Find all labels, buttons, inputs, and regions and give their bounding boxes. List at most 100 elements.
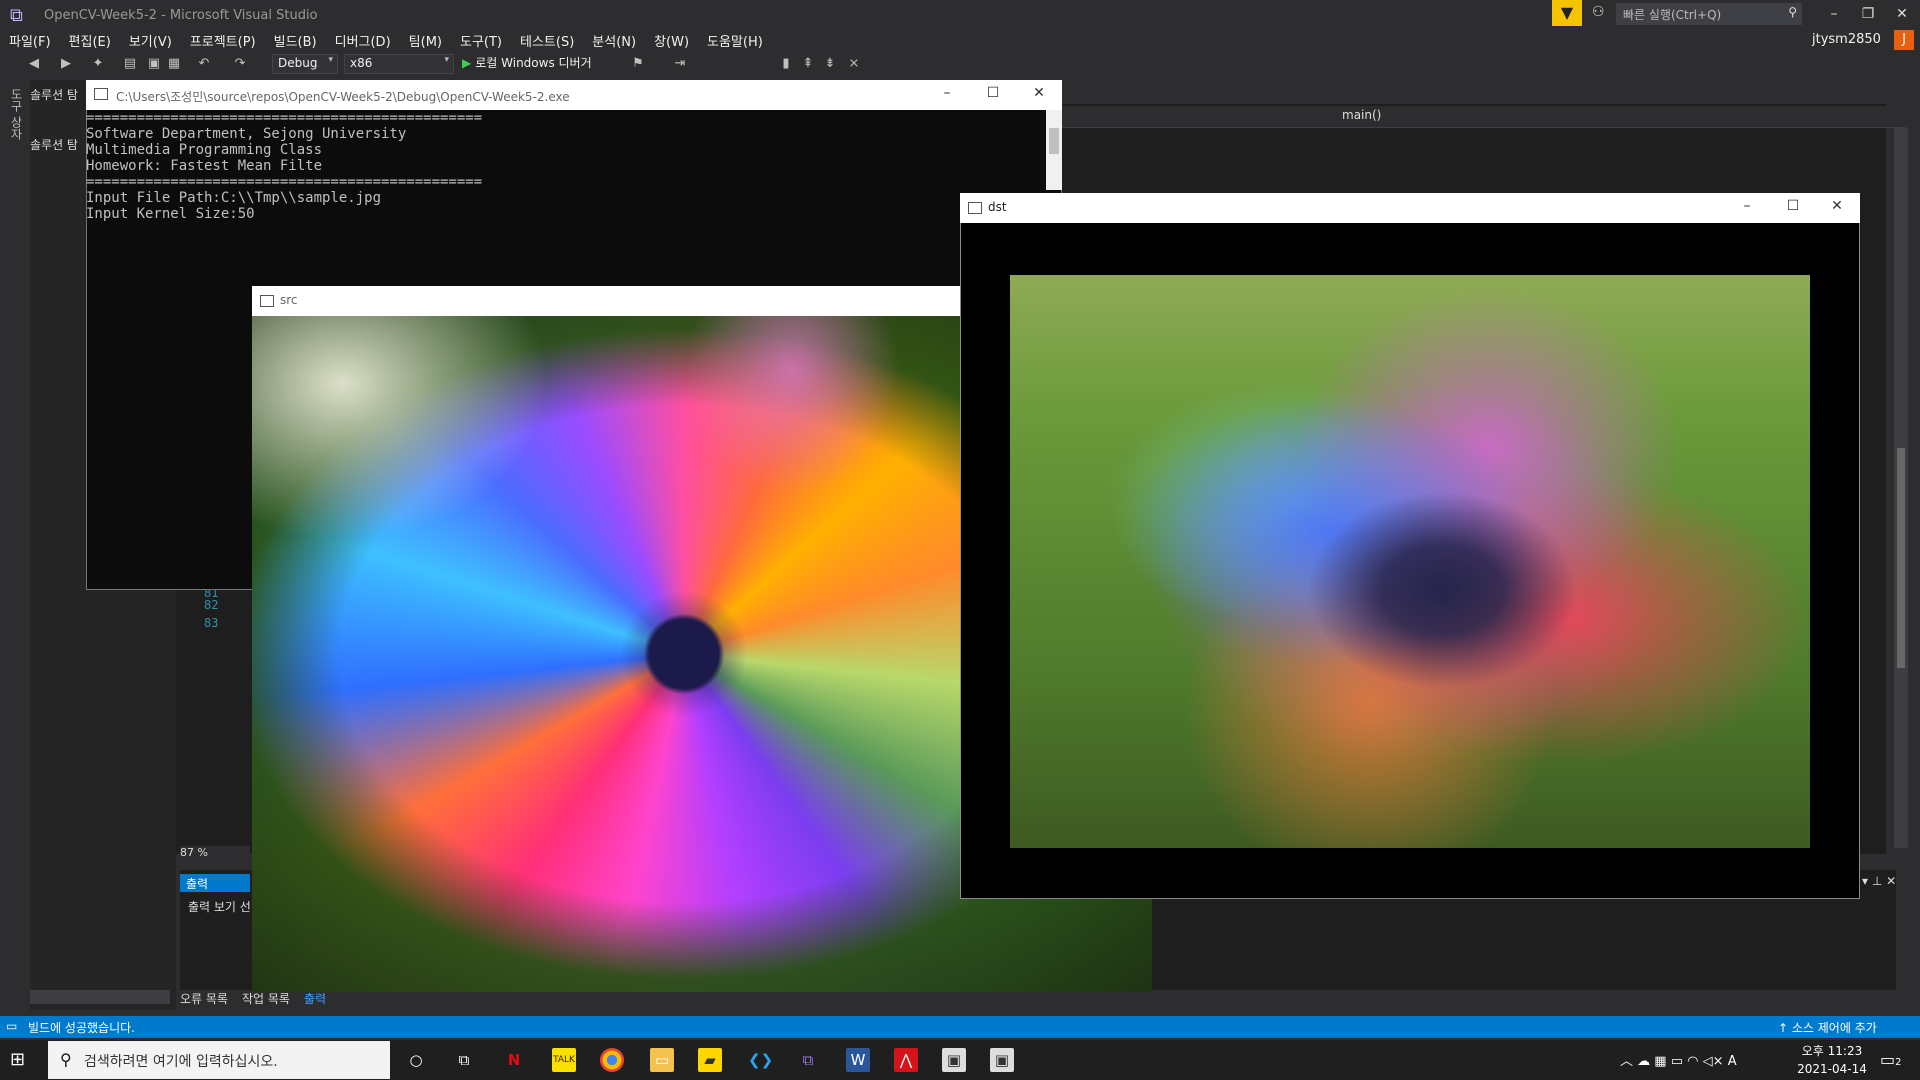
- battery-icon[interactable]: ▭: [1671, 1054, 1683, 1069]
- tab-error-list[interactable]: 오류 목록: [180, 992, 228, 1006]
- chevron-down-icon: ▾: [444, 55, 449, 65]
- undo-icon[interactable]: ↶: [196, 56, 212, 72]
- menu-bar: 파일(F) 편집(E) 보기(V) 프로젝트(P) 빌드(B) 디버그(D) 팀(M) 도구(…: [0, 28, 1920, 50]
- chrome-icon[interactable]: [600, 1048, 624, 1072]
- console-minimize-button[interactable]: –: [932, 85, 962, 105]
- next-bookmark-icon[interactable]: ⇟: [822, 56, 838, 72]
- minimize-button[interactable]: –: [1820, 4, 1848, 24]
- menu-team[interactable]: 팀(M): [400, 28, 451, 53]
- search-icon: ⚲: [60, 1050, 72, 1069]
- console-title: C:\Users\조성민\source\repos\OpenCV-Week5-2…: [116, 90, 570, 104]
- task-view-icon[interactable]: ⧉: [452, 1048, 476, 1072]
- console-maximize-button[interactable]: ☐: [978, 85, 1008, 105]
- menu-edit[interactable]: 편집(E): [60, 28, 120, 53]
- cloud-icon[interactable]: ☁: [1637, 1054, 1650, 1069]
- platform-value: x86: [350, 56, 373, 70]
- console-icon: [94, 88, 108, 100]
- quick-launch-placeholder: 빠른 실행(Ctrl+Q): [1623, 8, 1722, 22]
- volume-icon[interactable]: ◁×: [1703, 1054, 1724, 1069]
- function-scope-dropdown[interactable]: main(): [1342, 108, 1381, 122]
- cortana-icon[interactable]: ○: [404, 1048, 428, 1072]
- bookmark-icon[interactable]: ▮: [778, 56, 794, 72]
- menu-view[interactable]: 보기(V): [120, 28, 181, 53]
- line-number: 82: [204, 598, 219, 612]
- menu-debug[interactable]: 디버그(D): [326, 28, 400, 53]
- acrobat-icon[interactable]: ⋀: [894, 1048, 918, 1072]
- restore-button[interactable]: ❐: [1854, 4, 1882, 24]
- source-control-button[interactable]: ↑ 소스 제어에 추가: [1778, 1019, 1877, 1036]
- start-debugging-button[interactable]: ▶ 로컬 Windows 디버거: [462, 54, 592, 74]
- kakaotalk-icon[interactable]: TALK: [552, 1048, 576, 1072]
- menu-build[interactable]: 빌드(B): [265, 28, 326, 53]
- zoom-select[interactable]: 87 %: [180, 846, 250, 864]
- menu-analyze[interactable]: 분석(N): [583, 28, 645, 53]
- windows-start-icon[interactable]: ⊞: [10, 1050, 30, 1070]
- status-icon: ▭: [6, 1019, 18, 1033]
- user-name[interactable]: jtysm2850: [1812, 32, 1881, 47]
- menu-file[interactable]: 파일(F): [0, 28, 60, 53]
- tab-output[interactable]: 출력: [304, 992, 326, 1006]
- menu-project[interactable]: 프로젝트(P): [181, 28, 265, 53]
- visual-studio-code-icon[interactable]: ❮❯: [748, 1048, 773, 1072]
- console-line: Software Department, Sejong University: [86, 126, 407, 142]
- console-line: Input Kernel Size:50: [86, 206, 255, 222]
- solution-hscroll[interactable]: [30, 990, 170, 1004]
- system-tray[interactable]: ︿ ☁ ▦ ▭ ◠ ◁× A: [1620, 1050, 1737, 1069]
- step-icon[interactable]: ⇥: [672, 56, 688, 72]
- play-icon: ▶: [462, 56, 472, 70]
- solution-search[interactable]: 솔루션 탐: [30, 136, 78, 153]
- console-title-bar[interactable]: C:\Users\조성민\source\repos\OpenCV-Week5-2…: [86, 80, 1062, 110]
- notification-center-icon[interactable]: ▭2: [1880, 1050, 1902, 1069]
- sticky-notes-icon[interactable]: ▰: [698, 1048, 722, 1072]
- console-taskbar-icon[interactable]: ▣: [990, 1048, 1014, 1072]
- platform-select[interactable]: x86 ▾: [344, 54, 454, 74]
- menu-help[interactable]: 도움말(H): [698, 28, 772, 53]
- scroll-thumb[interactable]: [1897, 448, 1905, 668]
- notification-filter-icon[interactable]: ▼: [1552, 0, 1582, 26]
- dst-title-bar[interactable]: dst: [960, 193, 1860, 223]
- dst-maximize-button[interactable]: ☐: [1778, 198, 1808, 218]
- avatar[interactable]: J: [1894, 30, 1914, 50]
- save-icon[interactable]: ▣: [146, 56, 162, 72]
- editor-vscroll[interactable]: [1894, 128, 1908, 848]
- toolbox-tab[interactable]: 도구 상자: [8, 88, 25, 140]
- menu-test[interactable]: 테스트(S): [511, 28, 583, 53]
- menu-window[interactable]: 창(W): [645, 28, 698, 53]
- tab-task-list[interactable]: 작업 목록: [242, 992, 290, 1006]
- solution-explorer-title: 솔루션 탐: [30, 88, 78, 102]
- redo-icon[interactable]: ↷: [232, 56, 248, 72]
- configuration-select[interactable]: Debug ▾: [272, 54, 338, 74]
- clock[interactable]: 오후 11:23 2021-04-14: [1792, 1042, 1872, 1078]
- ime-indicator[interactable]: A: [1728, 1054, 1737, 1069]
- opencv-window-icon[interactable]: ▣: [942, 1048, 966, 1072]
- console-close-button[interactable]: ✕: [1024, 85, 1054, 105]
- save-all-icon[interactable]: ▦: [166, 56, 182, 72]
- chat-icon[interactable]: ▦: [1654, 1054, 1666, 1069]
- clear-bookmark-icon[interactable]: ⨯: [846, 56, 862, 72]
- taskbar-search-input[interactable]: ⚲ 검색하려면 여기에 입력하십시오.: [48, 1041, 390, 1079]
- file-explorer-icon[interactable]: ▭: [650, 1048, 674, 1072]
- status-bar: [0, 1016, 1920, 1038]
- word-icon[interactable]: W: [846, 1048, 870, 1072]
- back-icon[interactable]: ◀: [26, 56, 42, 72]
- console-scrollbar[interactable]: [1046, 110, 1062, 190]
- pin-icon[interactable]: ▾ ⊥ ✕: [1862, 874, 1896, 888]
- visual-studio-logo-icon: ⧉: [10, 5, 23, 26]
- new-project-icon[interactable]: ✦: [90, 56, 106, 72]
- visual-studio-icon[interactable]: ⧉: [796, 1048, 820, 1072]
- dst-minimize-button[interactable]: –: [1732, 198, 1762, 218]
- dst-close-button[interactable]: ✕: [1822, 198, 1852, 218]
- wifi-icon[interactable]: ◠: [1687, 1054, 1698, 1069]
- scroll-thumb[interactable]: [1049, 128, 1059, 154]
- netflix-icon[interactable]: N: [502, 1048, 526, 1072]
- chevron-up-icon[interactable]: ︿: [1620, 1054, 1633, 1069]
- menu-tools[interactable]: 도구(T): [451, 28, 511, 53]
- feedback-icon[interactable]: ⚇: [1592, 4, 1612, 24]
- close-button[interactable]: ✕: [1888, 4, 1916, 24]
- prev-bookmark-icon[interactable]: ⇞: [800, 56, 816, 72]
- attach-icon[interactable]: ⚑: [630, 56, 646, 72]
- open-file-icon[interactable]: ▤: [122, 56, 138, 72]
- forward-icon[interactable]: ▶: [58, 56, 74, 72]
- quick-launch-input[interactable]: 빠른 실행(Ctrl+Q) ⚲: [1616, 3, 1802, 25]
- console-line: ========================================…: [86, 110, 483, 126]
